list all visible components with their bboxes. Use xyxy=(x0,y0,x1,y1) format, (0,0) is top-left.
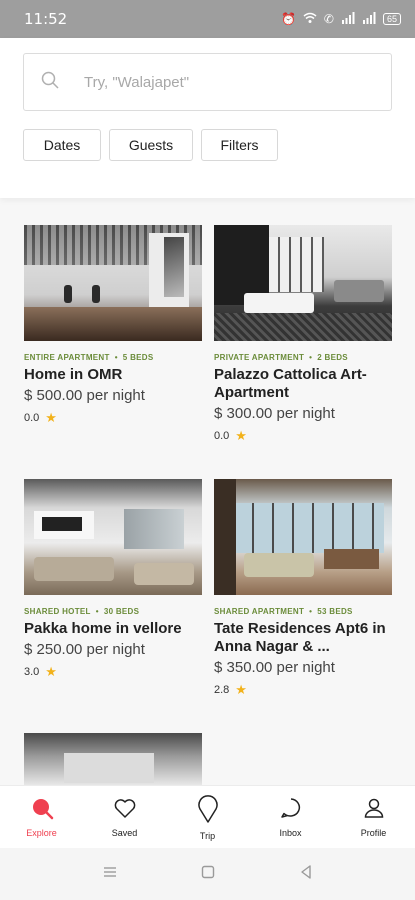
listing-rating: 3.0 ★ xyxy=(24,664,202,680)
back-icon[interactable] xyxy=(298,864,314,885)
listing-rating: 0.0 ★ xyxy=(214,428,392,444)
rating-value: 0.0 xyxy=(24,412,40,424)
signal-icon-2 xyxy=(362,11,376,27)
listing-card[interactable]: SHARED HOTEL • 30 BEDS Pakka home in vello… xyxy=(24,479,202,680)
search-placeholder: Try, "Walajapet" xyxy=(84,73,190,91)
listing-photo[interactable] xyxy=(214,479,392,595)
nav-saved[interactable]: Saved xyxy=(83,786,166,848)
filters-chip[interactable]: Filters xyxy=(201,129,278,161)
star-icon: ★ xyxy=(235,682,247,697)
listing-price: $ 350.00 per night xyxy=(214,659,335,676)
listing-photo[interactable] xyxy=(24,479,202,595)
search-icon xyxy=(40,70,60,95)
listing-beds: 30 BEDS xyxy=(103,607,140,616)
rating-value: 2.8 xyxy=(214,684,230,696)
listing-price: $ 300.00 per night xyxy=(214,405,335,422)
star-icon: ★ xyxy=(45,664,57,679)
listing-type: ENTIRE APARTMENT xyxy=(24,353,110,362)
meta-separator: • xyxy=(114,353,118,362)
status-time: 11:52 xyxy=(24,10,68,28)
listing-title[interactable]: Tate Residences Apt6 in Anna Nagar & ... xyxy=(214,620,392,656)
meta-separator: • xyxy=(95,607,99,616)
heart-icon xyxy=(113,796,137,825)
dates-chip[interactable]: Dates xyxy=(23,129,101,161)
nav-label: Trip xyxy=(199,831,216,841)
meta-separator: • xyxy=(309,607,313,616)
rating-value: 0.0 xyxy=(214,430,230,442)
listing-beds: 53 BEDS xyxy=(317,607,353,616)
listing-type: SHARED HOTEL xyxy=(24,607,91,616)
signal-icon xyxy=(341,11,355,27)
listing-title[interactable]: Pakka home in vellore xyxy=(24,620,202,638)
call-icon: ✆ xyxy=(323,12,334,26)
search-input[interactable]: Try, "Walajapet" xyxy=(23,53,392,111)
listing-price: $ 500.00 per night xyxy=(24,387,145,404)
nav-label: Inbox xyxy=(279,828,302,838)
nav-label: Explore xyxy=(26,828,57,838)
bottom-nav: Explore Saved Trip Inbox Profile xyxy=(0,785,415,848)
nav-label: Profile xyxy=(360,828,387,838)
nav-profile[interactable]: Profile xyxy=(332,786,415,848)
status-bar: 11:52 ⏰ ✆ 65 xyxy=(0,0,415,38)
listing-rating: 2.8 ★ xyxy=(214,682,392,698)
listing-photo[interactable] xyxy=(24,225,202,341)
listing-title[interactable]: Palazzo Cattolica Art-Apartment xyxy=(214,366,392,402)
recent-apps-icon[interactable] xyxy=(102,864,118,885)
listing-price: $ 250.00 per night xyxy=(24,641,145,658)
listing-meta: PRIVATE APARTMENT • 2 BEDS xyxy=(214,353,392,362)
home-icon[interactable] xyxy=(200,864,216,885)
meta-separator: • xyxy=(309,353,313,362)
user-icon xyxy=(362,796,386,825)
listing-card[interactable]: PRIVATE APARTMENT • 2 BEDS Palazzo Cattoli… xyxy=(214,225,392,444)
wifi-icon xyxy=(303,12,317,27)
nav-inbox[interactable]: Inbox xyxy=(249,786,332,848)
nav-explore[interactable]: Explore xyxy=(0,786,83,848)
header: Try, "Walajapet" Dates Guests Filters xyxy=(0,38,415,198)
star-icon: ★ xyxy=(45,410,57,425)
nav-label: Saved xyxy=(111,828,138,838)
listing-grid: ENTIRE APARTMENT • 5 BEDS Home in OMR $ 50… xyxy=(0,198,415,785)
listing-card[interactable]: SHARED APARTMENT • 53 BEDS Tate Residences… xyxy=(214,479,392,698)
listing-card[interactable] xyxy=(24,733,202,785)
search-icon xyxy=(30,796,54,825)
listing-rating: 0.0 ★ xyxy=(24,410,202,426)
listing-title[interactable]: Home in OMR xyxy=(24,366,202,384)
status-icons: ⏰ ✆ 65 xyxy=(280,11,401,27)
listing-photo[interactable] xyxy=(214,225,392,341)
listing-meta: ENTIRE APARTMENT • 5 BEDS xyxy=(24,353,202,362)
guests-chip[interactable]: Guests xyxy=(109,129,193,161)
nav-trip[interactable]: Trip xyxy=(166,786,249,848)
listing-meta: SHARED APARTMENT • 53 BEDS xyxy=(214,607,392,616)
alarm-icon: ⏰ xyxy=(280,12,296,26)
system-nav-bar xyxy=(0,848,415,900)
map-pin-icon xyxy=(196,793,220,828)
listing-meta: SHARED HOTEL • 30 BEDS xyxy=(24,607,202,616)
rating-value: 3.0 xyxy=(24,666,40,678)
battery-icon: 65 xyxy=(382,13,401,25)
listing-type: PRIVATE APARTMENT xyxy=(214,353,305,362)
filter-chips: Dates Guests Filters xyxy=(23,129,278,161)
listing-photo[interactable] xyxy=(24,733,202,785)
listing-beds: 5 BEDS xyxy=(122,353,154,362)
listing-beds: 2 BEDS xyxy=(317,353,348,362)
chat-icon xyxy=(279,796,303,825)
star-icon: ★ xyxy=(235,428,247,443)
listing-type: SHARED APARTMENT xyxy=(214,607,305,616)
listing-card[interactable]: ENTIRE APARTMENT • 5 BEDS Home in OMR $ 50… xyxy=(24,225,202,426)
